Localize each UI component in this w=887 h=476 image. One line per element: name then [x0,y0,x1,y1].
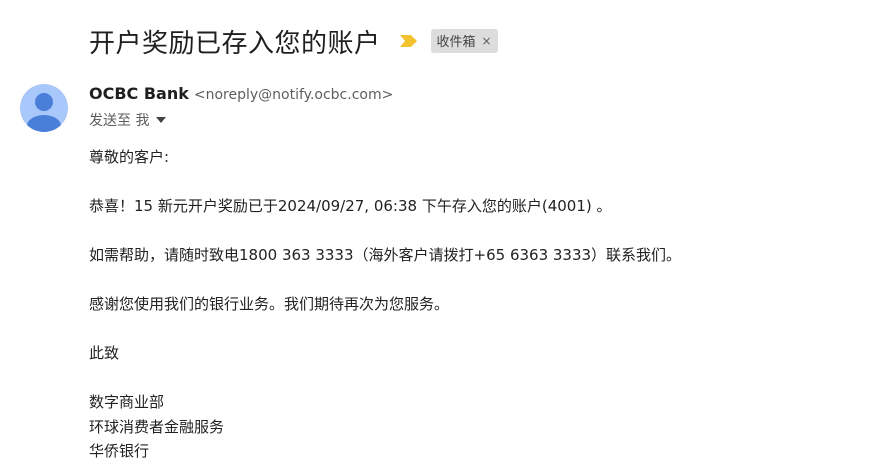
person-avatar-icon [27,93,61,132]
signature-line-1: 数字商业部 [89,393,165,411]
sender-name[interactable]: OCBC Bank [89,84,189,103]
inbox-label-chip[interactable]: 收件箱 × [430,29,498,53]
email-body: 尊敬的客户: 恭喜！15 新元开户奖励已于2024/09/27, 06:38 下… [89,145,869,464]
body-line-3: 感谢您使用我们的银行业务。我们期待再次为您服务。 [89,295,450,313]
recipient-line: 发送至 我 [89,110,393,130]
body-line-1: 恭喜！15 新元开户奖励已于2024/09/27, 06:38 下午存入您的账户… [89,197,612,215]
sender-line: OCBC Bank <noreply@notify.ocbc.com> [89,84,393,106]
sender-block: OCBC Bank <noreply@notify.ocbc.com> 发送至 … [89,84,393,130]
email-subject: 开户奖励已存入您的账户 [89,28,381,59]
sender-email: <noreply@notify.ocbc.com> [193,87,394,103]
greeting: 尊敬的客户: [89,148,170,166]
importance-marker-icon[interactable] [399,34,419,48]
body-line-2: 如需帮助，请随时致电1800 363 3333（海外客户请拨打+65 6363 … [89,246,682,264]
sender-avatar[interactable] [20,84,68,132]
signature-line-2: 环球消费者金融服务 [89,417,225,436]
remove-label-icon[interactable]: × [482,34,492,48]
recipient-text: 发送至 我 [89,113,150,129]
caret-down-icon[interactable] [155,112,167,128]
inbox-label-text: 收件箱 [436,35,476,50]
subject-row: 开户奖励已存入您的账户 收件箱 × [89,22,498,60]
closing: 此致 [89,344,120,362]
signature-line-3: 华侨银行 [89,442,150,460]
